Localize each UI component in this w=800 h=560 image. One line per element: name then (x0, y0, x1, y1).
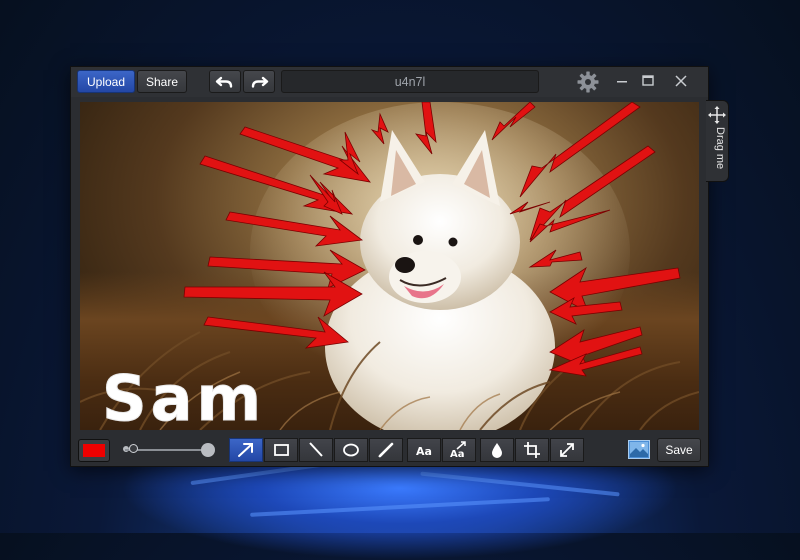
ellipse-tool-icon (343, 443, 359, 457)
text-tool-button[interactable]: Aa (407, 438, 441, 462)
blur-tool-icon (492, 443, 502, 458)
share-button[interactable]: Share (137, 70, 187, 93)
ellipse-tool-button[interactable] (334, 438, 368, 462)
undo-button[interactable] (209, 70, 241, 93)
pen-tool-button[interactable] (369, 438, 403, 462)
titlebar: Upload Share u4n7l (71, 67, 708, 97)
undo-icon (215, 76, 233, 88)
line-tool-button[interactable] (299, 438, 333, 462)
screenshot-editor-window: Upload Share u4n7l Sam Aa Aa Save (70, 66, 709, 467)
svg-text:Aa: Aa (450, 449, 465, 460)
text-arrow-tool-button[interactable]: Aa (442, 438, 476, 462)
current-color (83, 444, 105, 457)
resize-tool-icon (560, 443, 574, 457)
pen-tool-icon (378, 442, 394, 458)
image-icon[interactable] (628, 440, 650, 459)
save-button[interactable]: Save (657, 438, 701, 462)
close-icon[interactable] (671, 72, 691, 90)
redo-button[interactable] (243, 70, 275, 93)
crop-tool-button[interactable] (515, 438, 549, 462)
crop-tool-icon (524, 442, 540, 458)
arrow-tool-icon (238, 443, 253, 457)
slider-max-dot (201, 443, 215, 457)
title-field[interactable]: u4n7l (281, 70, 539, 93)
color-swatch-button[interactable] (78, 439, 110, 462)
svg-text:Aa: Aa (416, 445, 432, 458)
drag-label: Drag me (714, 127, 726, 170)
rectangle-tool-icon (274, 444, 289, 456)
minimize-icon[interactable] (612, 72, 632, 90)
line-tool-icon (309, 442, 323, 457)
sam-text-annotation: Sam (102, 362, 265, 430)
maximize-icon[interactable] (638, 72, 658, 90)
gear-icon[interactable] (576, 70, 600, 94)
arrow-tool-button[interactable] (229, 438, 263, 462)
redo-icon (251, 76, 269, 88)
red-arrow-annotations: Sam (102, 102, 681, 430)
bottom-toolbar: Aa Aa Save (71, 435, 708, 466)
move-icon (708, 106, 726, 124)
resize-tool-button[interactable] (550, 438, 584, 462)
drag-handle-tab[interactable]: Drag me (706, 100, 729, 182)
text-arrow-tool-icon: Aa (450, 441, 466, 460)
stroke-width-slider-handle[interactable] (129, 444, 138, 453)
rectangle-tool-button[interactable] (264, 438, 298, 462)
blur-tool-button[interactable] (480, 438, 514, 462)
text-tool-icon: Aa (416, 445, 432, 458)
upload-button[interactable]: Upload (77, 70, 135, 93)
image-canvas[interactable]: Sam (80, 102, 699, 430)
